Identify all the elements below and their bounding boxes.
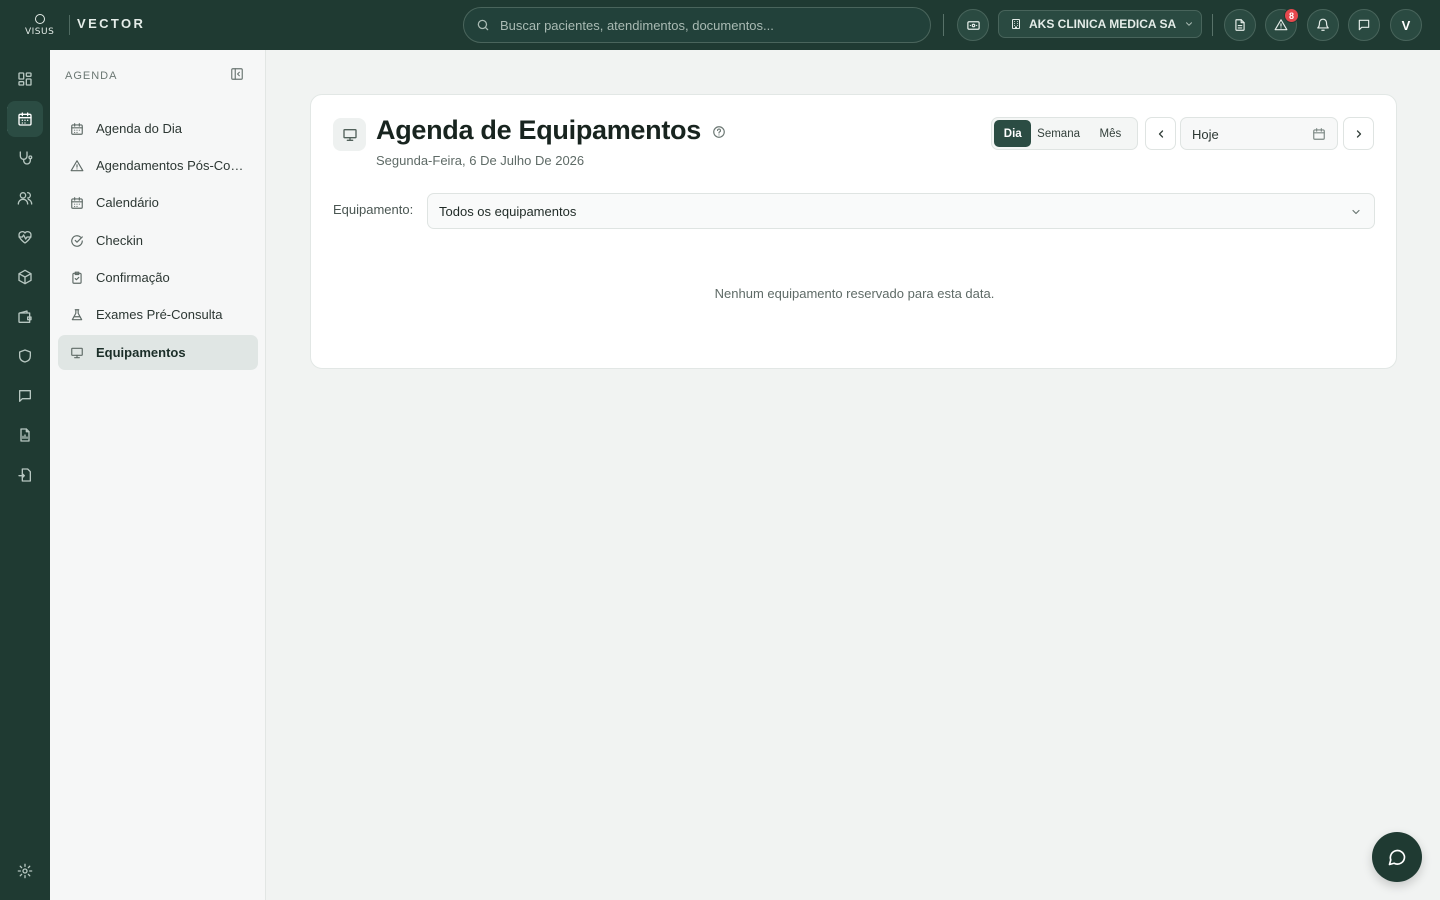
sidebar-item-exames[interactable]: Exames Pré-Consulta [58, 297, 258, 332]
rail-financial[interactable] [7, 299, 43, 335]
user-avatar[interactable]: V [1390, 9, 1422, 41]
chat-bubble-icon [1387, 847, 1407, 867]
sidebar-item-label: Checkin [96, 233, 143, 248]
page-date-subtitle: Segunda-Feira, 6 De Julho De 2026 [376, 153, 585, 168]
toolbar-divider [943, 14, 944, 36]
rail-security[interactable] [7, 338, 43, 374]
toolbar-divider [1212, 14, 1213, 36]
sidebar-item-label: Agenda do Dia [96, 121, 183, 136]
chevron-down-icon [1184, 19, 1194, 29]
shield-icon [17, 348, 33, 364]
sidebar-item-label: Equipamentos [96, 345, 186, 360]
calendar-icon [70, 196, 84, 210]
ticket-icon [966, 18, 981, 33]
rail-clinical[interactable] [7, 140, 43, 176]
sidebar-item-label: Agendamentos Pós-Consulta [96, 158, 248, 173]
alert-triangle-icon [70, 159, 84, 173]
equipment-filter-label: Equipamento: [333, 202, 414, 217]
dashboard-icon [17, 71, 33, 87]
sidebar-item-equipamentos[interactable]: Equipamentos [58, 335, 258, 370]
chevron-down-icon [1350, 206, 1362, 218]
rail-dashboard[interactable] [7, 61, 43, 97]
ticket-button[interactable] [957, 9, 989, 41]
equipment-agenda-card: Agenda de Equipamentos Segunda-Feira, 6 … [310, 94, 1397, 369]
sidebar-item-checkin[interactable]: Checkin [58, 223, 258, 258]
sidebar-item-label: Calendário [96, 195, 159, 210]
logo-text: VISUS [25, 27, 55, 37]
sidebar-item-pos-consulta[interactable]: Agendamentos Pós-Consulta [58, 148, 258, 183]
calendar-icon [1312, 127, 1326, 141]
messages-button[interactable] [1348, 9, 1380, 41]
previous-date-button[interactable] [1145, 117, 1176, 150]
message-icon [17, 388, 33, 404]
settings-icon [17, 863, 33, 879]
search-icon [476, 18, 490, 32]
stethoscope-icon [17, 150, 33, 166]
message-icon [1357, 18, 1371, 32]
heart-pulse-icon [17, 229, 33, 245]
clipboard-check-icon [70, 271, 84, 285]
date-picker-value: Hoje [1192, 127, 1219, 142]
rail-chat[interactable] [7, 378, 43, 414]
sidebar-item-label: Confirmação [96, 270, 170, 285]
monitor-icon [70, 346, 84, 360]
document-transfer-icon [17, 467, 33, 483]
calendar-icon [17, 111, 33, 127]
empty-state-message: Nenhum equipamento reservado para esta d… [714, 286, 995, 301]
bell-icon [1316, 18, 1330, 32]
sidebar-item-confirmacao[interactable]: Confirmação [58, 260, 258, 295]
notifications-button[interactable] [1307, 9, 1339, 41]
rail-reports[interactable] [7, 417, 43, 453]
chevron-left-icon [1155, 128, 1167, 140]
building-icon [1010, 18, 1022, 30]
wallet-icon [17, 309, 33, 325]
brand-name: VECTOR [77, 16, 146, 31]
rail-patients[interactable] [7, 180, 43, 216]
visus-logo[interactable]: VISUS [22, 10, 58, 40]
next-date-button[interactable] [1343, 117, 1374, 150]
view-month-button[interactable]: Mês [1086, 120, 1135, 147]
rail-settings[interactable] [7, 853, 43, 889]
rail-agenda[interactable] [7, 101, 43, 137]
check-circle-icon [70, 234, 84, 248]
chevron-right-icon [1353, 128, 1365, 140]
equipment-select[interactable]: Todos os equipamentos [427, 193, 1375, 229]
equipment-select-value: Todos os equipamentos [439, 204, 577, 219]
report-icon [17, 427, 33, 443]
date-picker[interactable]: Hoje [1180, 117, 1338, 150]
alerts-count-badge: 8 [1284, 8, 1299, 23]
search-input[interactable] [500, 8, 920, 42]
view-mode-toggle: Dia Semana Mês [991, 117, 1138, 150]
calendar-icon [70, 122, 84, 136]
clinic-name: AKS CLINICA MEDICA SA [1029, 17, 1177, 31]
flask-icon [70, 308, 84, 322]
top-bar: VISUS VECTOR AKS CLINICA MEDICA SA 8 [0, 0, 1440, 50]
page-title: Agenda de Equipamentos [376, 115, 701, 145]
users-icon [17, 190, 33, 206]
help-icon[interactable] [712, 125, 726, 139]
rail-health[interactable] [7, 219, 43, 255]
collapse-sidebar-icon[interactable] [230, 67, 244, 81]
clinic-selector[interactable]: AKS CLINICA MEDICA SA [998, 10, 1202, 38]
sidebar-item-agenda-do-dia[interactable]: Agenda do Dia [58, 111, 258, 146]
sidebar-item-calendario[interactable]: Calendário [58, 185, 258, 220]
brand-divider [69, 15, 70, 35]
sidebar-item-label: Exames Pré-Consulta [96, 307, 223, 322]
logo-mark [35, 14, 45, 24]
support-chat-button[interactable] [1372, 832, 1422, 882]
rail-inventory[interactable] [7, 259, 43, 295]
global-search[interactable] [463, 7, 931, 43]
agenda-sidebar: AGENDA Agenda do Dia Agendamentos Pós-Co… [50, 50, 266, 900]
document-icon [1233, 18, 1247, 32]
monitor-icon [333, 118, 366, 151]
rail-documents[interactable] [7, 457, 43, 493]
view-week-button[interactable]: Semana [1031, 120, 1085, 147]
package-icon [17, 269, 33, 285]
documents-button[interactable] [1224, 9, 1256, 41]
icon-rail [0, 50, 50, 900]
sidebar-title: AGENDA [65, 70, 118, 82]
view-day-button[interactable]: Dia [994, 120, 1032, 147]
